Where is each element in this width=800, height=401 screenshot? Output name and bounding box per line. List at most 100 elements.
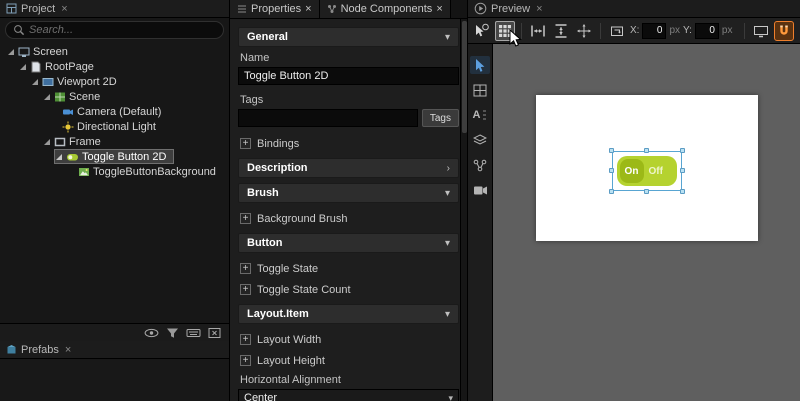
scrollbar-thumb[interactable]	[462, 21, 467, 133]
tags-field[interactable]	[238, 109, 418, 127]
toolbar-separator	[600, 22, 601, 39]
tree-row-rootpage[interactable]: RootPage	[0, 59, 229, 74]
tree-row-toggle-button-2d[interactable]: Toggle Button 2D	[0, 149, 229, 164]
grid-overlay-button[interactable]	[495, 20, 515, 41]
selection-handle[interactable]	[608, 168, 614, 173]
tree-row-screen[interactable]: Screen	[0, 44, 229, 59]
filter-funnel-icon[interactable]	[166, 327, 179, 339]
expand-arrow-icon[interactable]	[18, 62, 27, 71]
plus-icon[interactable]: +	[240, 213, 251, 224]
section-header-brush[interactable]: Brush ▾	[238, 183, 459, 203]
play-icon	[474, 2, 487, 15]
plus-icon[interactable]: +	[240, 138, 251, 149]
preview-stage[interactable]: On Off	[493, 44, 800, 401]
tree-item-label: Viewport 2D	[57, 75, 117, 88]
prefabs-close-icon[interactable]: ×	[65, 344, 71, 356]
prefabs-panel-icon	[6, 344, 17, 355]
grid-view-button[interactable]	[470, 81, 490, 99]
y-offset-input[interactable]	[694, 22, 719, 39]
fit-height-button[interactable]	[551, 21, 571, 41]
dock-close-icon[interactable]	[208, 327, 221, 339]
add-layout-width-row[interactable]: + Layout Width	[238, 329, 459, 350]
preview-toolbar: X: px Y: px	[468, 18, 800, 44]
expand-arrow-icon[interactable]	[30, 77, 39, 86]
toggle-on-knob[interactable]: On	[619, 159, 644, 183]
pan-move-button[interactable]	[574, 21, 594, 41]
preview-close-icon[interactable]: ×	[536, 3, 542, 15]
tree-row-frame[interactable]: Frame	[0, 134, 229, 149]
tab-close-icon[interactable]: ×	[305, 3, 311, 15]
layers-button[interactable]	[470, 131, 490, 149]
plus-icon[interactable]: +	[240, 355, 251, 366]
tags-button[interactable]: Tags	[421, 109, 459, 127]
section-header-button[interactable]: Button ▾	[238, 233, 459, 253]
preview-resolution-button[interactable]	[751, 21, 771, 41]
add-toggle-state-row[interactable]: + Toggle State	[238, 258, 459, 279]
tree-row-togglebuttonbackground[interactable]: ToggleButtonBackground	[0, 164, 229, 179]
expand-arrow-icon[interactable]	[42, 137, 51, 146]
tree-item-label: Camera (Default)	[77, 105, 162, 118]
x-offset-input[interactable]	[642, 22, 667, 39]
tab-node-components[interactable]: Node Components ×	[319, 0, 451, 18]
project-close-icon[interactable]: ×	[61, 3, 67, 15]
horizontal-alignment-select[interactable]: Center ▾	[238, 389, 459, 401]
toggle-off-label: Off	[648, 165, 663, 177]
pick-tool-button[interactable]	[472, 21, 492, 41]
name-field[interactable]	[238, 67, 459, 85]
selection-handle[interactable]	[608, 189, 614, 194]
selection-handle[interactable]	[643, 189, 649, 194]
preview-panel-header[interactable]: Preview ×	[468, 0, 800, 18]
tab-label: Node Components	[340, 3, 433, 15]
expand-arrow-icon[interactable]	[42, 92, 51, 101]
visibility-eye-icon[interactable]	[144, 327, 159, 339]
keyboard-icon[interactable]	[186, 327, 201, 339]
tab-properties[interactable]: Properties ×	[230, 0, 320, 18]
tree-item-label: Scene	[69, 90, 101, 103]
selection-handle[interactable]	[643, 148, 649, 153]
tree-row-directional-light[interactable]: Directional Light	[0, 119, 229, 134]
selection-handle[interactable]	[679, 189, 685, 194]
selection-handle[interactable]	[608, 148, 614, 153]
add-bindings-row[interactable]: + Bindings	[238, 133, 459, 154]
tags-row: Tags	[238, 109, 459, 127]
add-toggle-state-count-row[interactable]: + Toggle State Count	[238, 279, 459, 300]
chevron-down-icon: ▾	[444, 308, 450, 320]
toggle-button-node[interactable]: On Off	[608, 148, 685, 194]
chevron-down-icon: ▾	[444, 31, 450, 43]
expand-arrow-icon[interactable]	[54, 152, 63, 161]
selection-handle[interactable]	[679, 168, 685, 173]
snap-magnet-button[interactable]	[774, 20, 794, 41]
toggle-button-2d[interactable]: On Off	[616, 156, 677, 186]
section-header-general[interactable]: General ▾	[238, 27, 459, 47]
fit-width-button[interactable]	[528, 21, 548, 41]
tree-row-viewport2d[interactable]: Viewport 2D	[0, 74, 229, 89]
preview-panel: Preview × X: 0 px Y: 0 px A On Off	[468, 0, 800, 401]
properties-scrollbar[interactable]	[460, 19, 467, 401]
tree-item-label: Screen	[33, 45, 68, 58]
plus-icon[interactable]: +	[240, 334, 251, 345]
text-tool-button[interactable]: A	[470, 106, 490, 124]
project-search[interactable]	[5, 21, 224, 39]
toolbar-separator	[744, 22, 745, 39]
section-header-layout-item[interactable]: Layout.Item ▾	[238, 304, 459, 324]
reset-offset-button[interactable]	[607, 21, 627, 41]
expand-arrow-icon[interactable]	[6, 47, 15, 56]
preview-artboard[interactable]: On Off	[535, 95, 758, 241]
tree-row-camera[interactable]: Camera (Default)	[0, 104, 229, 119]
dropdown-arrow-icon: ▾	[448, 392, 453, 401]
select-tool-button[interactable]	[470, 56, 490, 74]
plus-icon[interactable]: +	[240, 284, 251, 295]
add-layout-height-row[interactable]: + Layout Height	[238, 350, 459, 371]
node-graph-button[interactable]	[470, 156, 490, 174]
add-background-brush-row[interactable]: + Background Brush	[238, 208, 459, 229]
section-header-description[interactable]: Description ›	[238, 158, 459, 178]
list-icon	[237, 4, 247, 14]
tab-close-icon[interactable]: ×	[436, 3, 442, 15]
prefabs-panel-header[interactable]: Prefabs ×	[0, 341, 229, 359]
camera-preview-button[interactable]	[470, 181, 490, 199]
project-panel-header[interactable]: Project ×	[0, 0, 229, 18]
tree-row-scene[interactable]: Scene	[0, 89, 229, 104]
plus-icon[interactable]: +	[240, 263, 251, 274]
selection-handle[interactable]	[679, 148, 685, 153]
search-input[interactable]	[29, 24, 216, 36]
